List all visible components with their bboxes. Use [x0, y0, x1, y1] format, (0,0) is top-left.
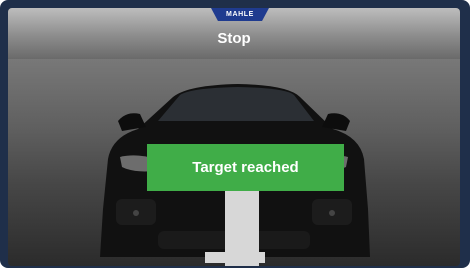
brand-logo: MAHLE [211, 8, 269, 21]
status-message: Target reached [192, 159, 299, 176]
brand-name: MAHLE [226, 11, 254, 18]
page-title: Stop [217, 30, 251, 47]
header-bar: MAHLE Stop [8, 8, 460, 59]
plate-marker [205, 252, 265, 263]
device-frame: MAHLE Stop Target reached [0, 0, 470, 268]
screen: MAHLE Stop Target reached [8, 8, 460, 266]
target-reached-banner: Target reached [147, 144, 344, 191]
